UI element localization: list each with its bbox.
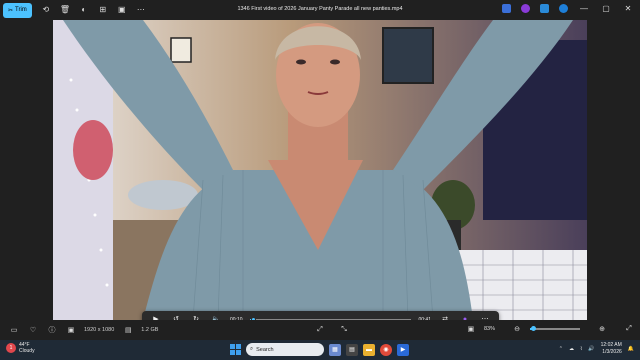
taskbar-search[interactable]: ⌕ Search bbox=[246, 343, 324, 356]
copilot-icon[interactable] bbox=[521, 4, 530, 13]
fullscreen-icon[interactable]: ⤡ bbox=[339, 326, 349, 334]
share-icon[interactable] bbox=[540, 4, 549, 13]
photos-app-icon[interactable] bbox=[502, 4, 511, 13]
weather-widget[interactable]: 1 44°F Cloudy bbox=[6, 342, 35, 354]
edit-icon[interactable]: ⟲ bbox=[41, 5, 51, 15]
zoom-level[interactable]: 83% bbox=[484, 326, 495, 332]
zoom-out-icon[interactable]: ⊖ bbox=[512, 325, 522, 333]
video-stage: ▶ ↺ ↻ 🔈 00:10 00:41 ⇄ ● ⋯ bbox=[0, 20, 640, 329]
file-size-text: 1.2 GB bbox=[141, 327, 159, 333]
filmstrip-icon[interactable]: ▭ bbox=[9, 326, 19, 334]
folder-icon[interactable]: ▬ bbox=[363, 343, 375, 356]
chrome-icon[interactable]: ◉ bbox=[380, 343, 392, 356]
weather-desc: Cloudy bbox=[19, 348, 35, 354]
maximize-icon[interactable]: ▢ bbox=[600, 4, 612, 13]
video-frame[interactable] bbox=[53, 20, 587, 320]
scissors-icon: ✂ bbox=[8, 7, 14, 14]
file-explorer-icon[interactable]: ▦ bbox=[329, 343, 341, 356]
favorite-icon[interactable]: ⊞ bbox=[98, 5, 108, 15]
search-placeholder: Search bbox=[256, 346, 274, 353]
close-icon[interactable]: ✕ bbox=[622, 4, 634, 13]
fullscreen-toggle-icon[interactable]: ⤢ bbox=[624, 325, 634, 333]
clock[interactable]: 12:02 AM 1/3/2026 bbox=[601, 342, 622, 356]
zoom-slider[interactable] bbox=[530, 326, 580, 331]
wifi-icon[interactable]: ⌇ bbox=[580, 346, 582, 352]
edit-with-clipchamp-icon[interactable]: ◐ bbox=[79, 5, 89, 15]
notification-bell-icon[interactable]: 🔔 bbox=[628, 346, 634, 352]
cloud-icon[interactable]: ☁ bbox=[569, 346, 574, 352]
system-tray: ⌃ ☁ ⌇ 🔊 12:02 AM 1/3/2026 🔔 bbox=[559, 342, 634, 356]
trim-button[interactable]: ✂ Trim bbox=[3, 2, 32, 18]
snapshot-icon[interactable]: ▣ bbox=[117, 5, 127, 15]
heart-icon[interactable]: ♡ bbox=[28, 326, 38, 334]
minimize-icon[interactable]: — bbox=[578, 4, 590, 13]
weather-badge: 1 bbox=[6, 343, 16, 353]
clock-time: 12:02 AM bbox=[600, 342, 622, 348]
status-bar: ▭ ♡ ⓘ ▣ 1920 x 1080 ▤ 1.2 GB ⤢ ⤡ ▣ 83% ⊖… bbox=[0, 320, 640, 340]
more-options-icon[interactable]: ⋯ bbox=[136, 5, 146, 15]
slideshow-icon[interactable]: ▣ bbox=[466, 325, 476, 333]
info-icon[interactable]: ⓘ bbox=[47, 325, 57, 335]
onedrive-icon[interactable] bbox=[559, 4, 568, 13]
task-view-icon[interactable]: ▤ bbox=[346, 343, 358, 356]
clock-date: 1/3/2026 bbox=[602, 349, 622, 355]
delete-icon[interactable]: 🗑 bbox=[60, 5, 70, 15]
file-size-icon: ▤ bbox=[124, 327, 132, 334]
search-icon: ⌕ bbox=[250, 346, 254, 352]
media-player-icon[interactable]: ▶ bbox=[397, 343, 409, 356]
zoom-thumb[interactable] bbox=[530, 326, 536, 331]
trim-label: Trim bbox=[15, 7, 27, 13]
fit-screen-icon[interactable]: ⤢ bbox=[315, 326, 325, 334]
resolution-icon: ▣ bbox=[67, 327, 75, 334]
taskbar: 1 44°F Cloudy ⌕ Search ▦ ▤ ▬ ◉ ▶ ⌃ ☁ ⌇ 🔊… bbox=[0, 340, 640, 360]
chevron-up-icon[interactable]: ⌃ bbox=[559, 346, 563, 352]
title-bar: ✂ Trim ⟲ 🗑 ◐ ⊞ ▣ ⋯ 1346 First video of 2… bbox=[0, 0, 640, 20]
video-content-image bbox=[53, 20, 587, 320]
zoom-in-icon[interactable]: ⊕ bbox=[597, 325, 607, 333]
resolution-text: 1920 x 1080 bbox=[84, 327, 115, 333]
speaker-icon[interactable]: 🔊 bbox=[588, 346, 594, 352]
start-button-icon[interactable] bbox=[230, 344, 241, 355]
